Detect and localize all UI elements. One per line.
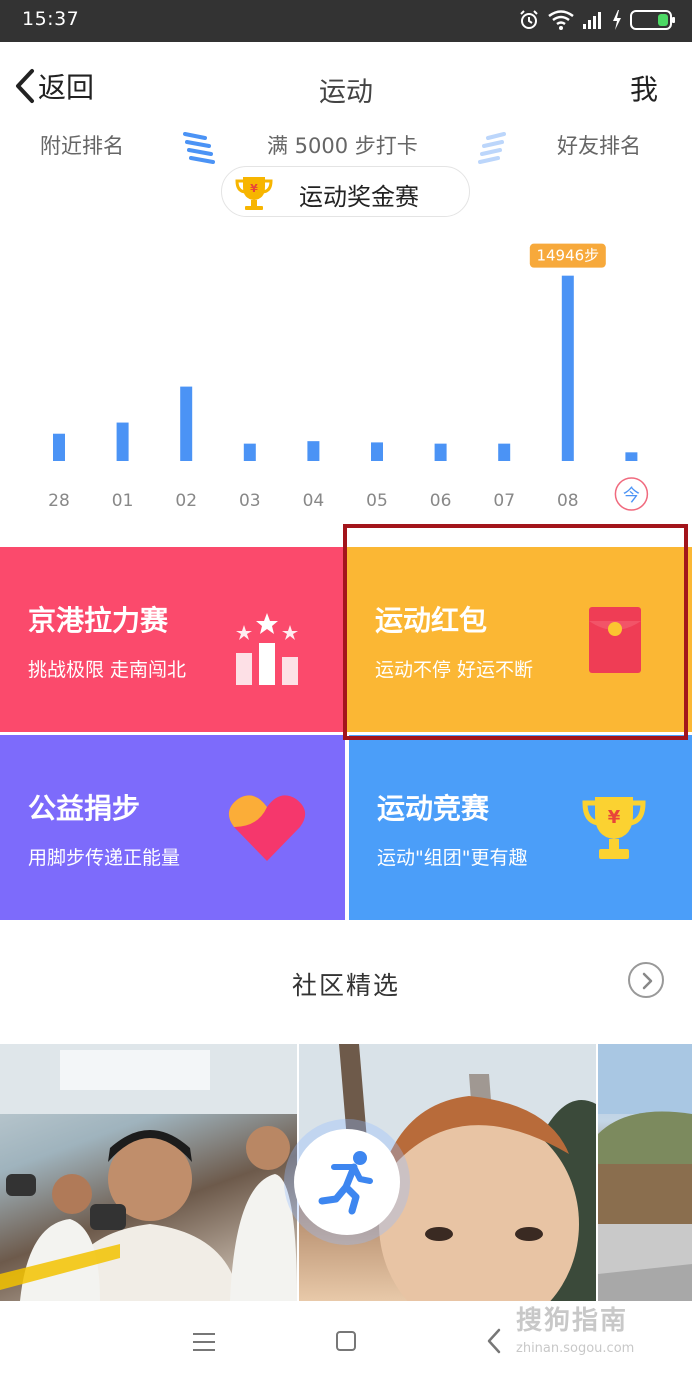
chart-bar — [53, 433, 65, 461]
status-time: 15:37 — [22, 8, 80, 30]
chart-bar — [625, 452, 638, 461]
card-subtitle: 挑战极限 走南闯北 — [28, 659, 187, 681]
top-links: 附近排名 满 5000 步打卡 好友排名 — [0, 130, 692, 164]
chart-data-label: 14946步 — [536, 247, 599, 265]
chart-tick-label: 03 — [239, 491, 261, 511]
watermark: 搜狗指南 zhinan.sogou.com — [516, 1300, 634, 1356]
red-envelope-icon — [589, 607, 641, 673]
steps-chart: 28 01 02 03 04 05 06 07 08 14946步今 — [48, 243, 649, 511]
home-icon[interactable] — [336, 1331, 356, 1351]
nearby-ranking-link[interactable]: 附近排名 — [40, 130, 124, 160]
chart-tick-label: 06 — [430, 491, 452, 511]
charity-steps-card[interactable]: 公益捐步 用脚步传递正能量 — [0, 735, 345, 920]
card-title: 公益捐步 — [28, 792, 141, 825]
status-bar: 15:37 — [0, 0, 692, 42]
svg-text:¥: ¥ — [250, 182, 258, 195]
chart-tick-label: 01 — [112, 491, 134, 511]
prize-contest-label: 运动奖金赛 — [299, 183, 419, 211]
community-photo-gym[interactable] — [0, 1044, 297, 1301]
card-title: 运动红包 — [375, 604, 488, 637]
chart-bar — [498, 443, 511, 461]
community-photo-landscape[interactable] — [598, 1044, 692, 1301]
svg-text:¥: ¥ — [608, 807, 621, 828]
chart-tick-label: 04 — [303, 491, 325, 511]
card-subtitle: 运动不停 好运不断 — [375, 659, 534, 681]
chart-tick-label: 07 — [493, 491, 515, 511]
card-title: 运动竞赛 — [377, 792, 490, 825]
competition-card[interactable]: 运动竞赛 运动"组团"更有趣 ¥ — [349, 735, 692, 920]
community-title: 社区精选 — [291, 971, 400, 1000]
card-subtitle: 运动"组团"更有趣 — [377, 847, 528, 869]
gym-photo — [0, 1044, 297, 1301]
stripe-icon — [478, 132, 506, 164]
runner-icon — [318, 1151, 373, 1215]
chart-tick-label: 08 — [557, 491, 579, 511]
chart-bar — [434, 443, 447, 461]
stripe-icon — [183, 132, 215, 164]
trophy-icon: ¥ — [582, 797, 646, 859]
checkin-link[interactable]: 满 5000 步打卡 — [267, 130, 418, 160]
podium-stars-icon — [236, 613, 298, 685]
watermark-name: 搜狗指南 — [516, 1306, 629, 1336]
chart-bar — [180, 386, 193, 461]
card-subtitle: 用脚步传递正能量 — [28, 847, 181, 869]
watermark-url: zhinan.sogou.com — [516, 1341, 635, 1356]
battery-icon — [630, 10, 675, 30]
signal-icon — [583, 12, 601, 29]
rally-card[interactable]: 京港拉力赛 挑战极限 走南闯北 — [0, 547, 345, 732]
friends-ranking-link[interactable]: 好友排名 — [557, 130, 641, 160]
chevron-right-icon — [642, 972, 653, 990]
chart-bar — [243, 443, 256, 461]
trophy-icon: ¥ — [235, 177, 273, 210]
landscape-photo — [598, 1044, 692, 1301]
prize-contest-button[interactable]: ¥ 运动奖金赛 — [221, 166, 470, 217]
chart-tick-label: 05 — [366, 491, 388, 511]
chart-bar — [116, 422, 129, 461]
heart-icon — [228, 795, 306, 861]
chart-tick-label: 今 — [623, 486, 640, 506]
nav-back-icon[interactable] — [484, 1327, 504, 1355]
page-title: 运动 — [319, 77, 373, 108]
app-header: 返回 运动 我 — [0, 42, 692, 134]
chart-bar — [561, 275, 574, 461]
menu-icon[interactable] — [193, 1333, 215, 1351]
chart-tick-label: 28 — [48, 491, 70, 511]
chart-tick-label: 02 — [175, 491, 197, 511]
alarm-icon — [520, 10, 538, 29]
card-title: 京港拉力赛 — [28, 604, 169, 637]
me-button[interactable]: 我 — [630, 68, 658, 108]
chart-bar — [371, 442, 383, 461]
red-packet-card[interactable]: 运动红包 运动不停 好运不断 — [347, 547, 692, 732]
status-icons — [518, 9, 675, 31]
community-more-button[interactable] — [628, 962, 664, 998]
wifi-icon — [548, 10, 574, 30]
start-running-button[interactable] — [294, 1129, 400, 1235]
chart-bar — [307, 441, 320, 461]
charging-icon — [613, 10, 621, 30]
